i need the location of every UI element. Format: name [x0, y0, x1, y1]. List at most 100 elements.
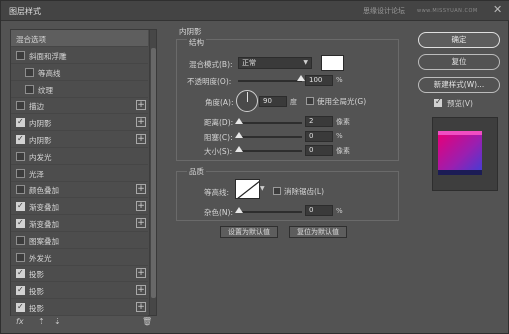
distance-input[interactable]: 2	[305, 116, 333, 127]
list-item[interactable]: 投影 +	[11, 265, 148, 283]
list-item-checkbox[interactable]	[16, 101, 25, 111]
add-style-icon[interactable]: +	[136, 134, 146, 144]
reset-default-button[interactable]: 复位为默认值	[289, 226, 347, 238]
angle-input[interactable]: 90	[259, 96, 287, 107]
preview-checkbox[interactable]: ✓	[434, 97, 442, 107]
list-item-checkbox[interactable]	[16, 185, 25, 195]
noise-input[interactable]: 0	[305, 205, 333, 216]
contour-picker[interactable]	[235, 179, 260, 199]
panel-title: 内阴影	[179, 27, 202, 36]
list-item-label: 斜面和浮雕	[29, 52, 67, 61]
list-item[interactable]: 斜面和浮雕	[11, 47, 148, 64]
list-item-label: 描边	[29, 102, 44, 112]
size-input[interactable]: 0	[305, 145, 333, 156]
global-light-label: 使用全局光(G)	[317, 97, 367, 106]
size-slider-track[interactable]	[238, 150, 302, 152]
reset-button[interactable]: 复位	[418, 54, 500, 70]
noise-slider-handle[interactable]	[235, 207, 243, 213]
list-item[interactable]: 投影 +	[11, 282, 148, 300]
layer-style-dialog: 图层样式 思缘设计论坛 www.MISSYUAN.COM ✕ 混合选项 斜面和浮…	[0, 0, 509, 334]
list-item-label: 渐变叠加	[29, 220, 59, 229]
list-item[interactable]: 投影 +	[11, 299, 148, 316]
list-item-checkbox[interactable]	[16, 268, 25, 279]
set-default-button[interactable]: 设置为默认值	[220, 226, 278, 238]
list-item[interactable]: 等高线	[11, 64, 148, 81]
list-item-label: 外发光	[29, 253, 52, 263]
distance-slider-track[interactable]	[238, 122, 302, 124]
list-item-checkbox[interactable]	[16, 285, 25, 296]
list-item-checkbox[interactable]	[16, 117, 25, 128]
list-item[interactable]: 内阴影 +	[11, 114, 148, 132]
list-item[interactable]: 内发光	[11, 148, 148, 165]
add-style-icon[interactable]: +	[136, 184, 146, 195]
list-item-checkbox[interactable]	[16, 201, 25, 212]
add-style-icon[interactable]: +	[136, 302, 146, 312]
list-item-checkbox[interactable]	[16, 218, 25, 228]
chevron-down-icon: ▼	[303, 59, 308, 66]
list-item-checkbox[interactable]	[16, 168, 25, 178]
list-item-label: 渐变叠加	[29, 203, 59, 213]
add-style-icon[interactable]: +	[136, 100, 146, 111]
add-style-icon[interactable]: +	[136, 268, 146, 279]
ok-button[interactable]: 确定	[418, 32, 500, 48]
list-item-label: 等高线	[38, 68, 61, 78]
size-slider-handle[interactable]	[235, 146, 243, 152]
title-bar[interactable]: 图层样式 思缘设计论坛 www.MISSYUAN.COM ✕	[1, 1, 509, 21]
blend-mode-select[interactable]: 正常 ▼	[238, 57, 312, 69]
choke-label: 阻塞(C):	[204, 133, 233, 142]
list-item[interactable]: 渐变叠加 +	[11, 198, 148, 216]
styles-list: 混合选项 斜面和浮雕等高线纹理描边+内阴影+内阴影+内发光光泽颜色叠加+渐变叠加…	[10, 29, 157, 316]
contour-chevron-down-icon[interactable]: ▼	[260, 185, 265, 192]
contour-curve-icon	[237, 181, 259, 198]
list-item[interactable]: 内阴影 +	[11, 131, 148, 148]
scrollbar-thumb[interactable]	[151, 48, 156, 298]
list-item-checkbox[interactable]	[16, 302, 25, 312]
list-item[interactable]: 颜色叠加 +	[11, 181, 148, 199]
close-icon[interactable]: ✕	[493, 3, 502, 16]
list-header-blending-options[interactable]: 混合选项	[11, 30, 148, 47]
size-label: 大小(S):	[204, 147, 233, 156]
add-style-icon[interactable]: +	[136, 218, 146, 228]
distance-slider-handle[interactable]	[235, 118, 243, 124]
fx-icon[interactable]: fx	[16, 317, 24, 326]
list-item[interactable]: 纹理	[11, 81, 148, 98]
list-item[interactable]: 光泽	[11, 165, 148, 182]
structure-title: 结构	[187, 37, 206, 48]
shadow-color-swatch[interactable]	[321, 55, 344, 71]
blend-mode-label: 混合模式(B):	[189, 60, 233, 69]
preview-label: 预览(V)	[447, 99, 473, 108]
choke-slider-handle[interactable]	[235, 132, 243, 138]
list-item[interactable]: 渐变叠加 +	[11, 215, 148, 232]
noise-slider-track[interactable]	[238, 211, 302, 213]
move-down-icon[interactable]: ⇣	[54, 317, 61, 326]
angle-dial[interactable]	[236, 90, 258, 112]
list-item[interactable]: 图案叠加	[11, 232, 148, 249]
list-item[interactable]: 描边 +	[11, 97, 148, 115]
blend-mode-value: 正常	[242, 59, 256, 67]
global-light-checkbox[interactable]	[306, 97, 314, 105]
add-style-icon[interactable]: +	[136, 117, 146, 128]
list-item-checkbox[interactable]	[25, 67, 34, 77]
add-style-icon[interactable]: +	[136, 201, 146, 212]
opacity-slider-handle[interactable]	[297, 75, 305, 81]
style-preview-thumbnail	[438, 131, 482, 175]
choke-slider-track[interactable]	[238, 136, 302, 138]
add-style-icon[interactable]: +	[136, 285, 146, 296]
move-up-icon[interactable]: ⇡	[38, 317, 45, 326]
list-item-checkbox[interactable]	[16, 151, 25, 161]
angle-unit: 度	[290, 98, 297, 106]
noise-label: 杂色(N):	[204, 208, 233, 217]
list-item-checkbox[interactable]	[16, 235, 25, 245]
list-scrollbar[interactable]	[149, 30, 156, 315]
list-item-checkbox[interactable]	[16, 51, 25, 60]
list-item-checkbox[interactable]	[25, 84, 34, 94]
list-item[interactable]: 外发光	[11, 249, 148, 266]
new-style-button[interactable]: 新建样式(W)...	[418, 77, 500, 93]
choke-input[interactable]: 0	[305, 131, 333, 142]
opacity-slider-track[interactable]	[238, 80, 302, 82]
list-item-checkbox[interactable]	[16, 134, 25, 144]
trash-icon[interactable]: 🗑	[142, 317, 152, 326]
anti-alias-checkbox[interactable]	[273, 187, 281, 195]
list-item-checkbox[interactable]	[16, 252, 25, 262]
opacity-input[interactable]: 100	[305, 75, 333, 86]
